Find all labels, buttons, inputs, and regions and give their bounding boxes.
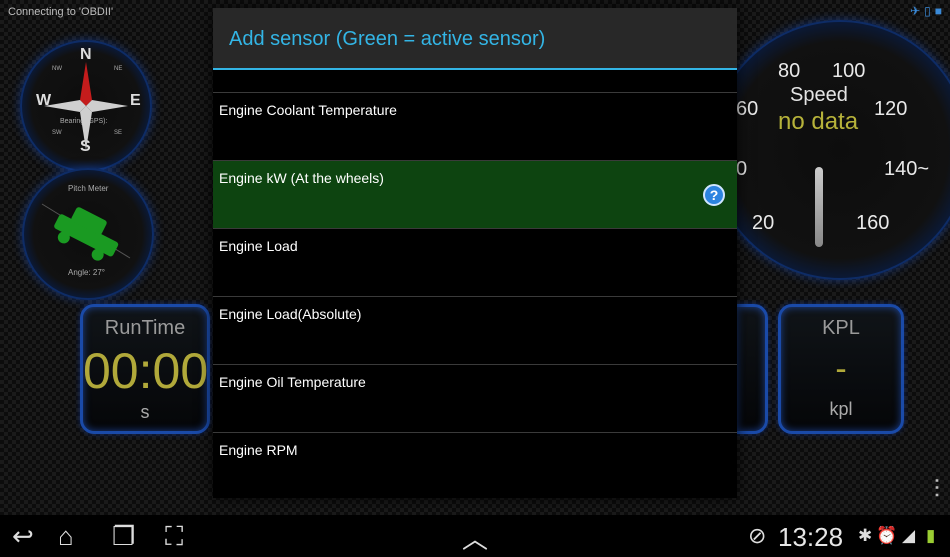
car-icon [41, 203, 131, 261]
sensor-item-label: Engine Load [219, 238, 298, 254]
dialog-title: Add sensor (Green = active sensor) [213, 8, 737, 70]
add-sensor-dialog: Add sensor (Green = active sensor) Engin… [213, 8, 737, 498]
kpl-panel[interactable]: KPL - kpl [778, 304, 904, 434]
chevron-up-icon[interactable]: ︿ [462, 519, 488, 556]
sensor-item-engine-load-absolute[interactable]: Engine Load(Absolute) [213, 296, 737, 364]
sensor-item-label: Engine RPM [219, 442, 298, 458]
speed-tick-140: 140~ [884, 158, 930, 180]
speed-tick-160: 160 [856, 212, 890, 234]
status-icons: ✈ ▯ ■ [910, 4, 942, 18]
sensor-item-label: Engine Oil Temperature [219, 374, 366, 390]
sensor-item-engine-coolant-temperature[interactable]: Engine Coolant Temperature [213, 92, 737, 160]
kpl-value: - [835, 350, 847, 388]
kpl-title: KPL [822, 317, 860, 339]
speed-tick-0: 0 [736, 158, 748, 180]
sensor-item-engine-kw[interactable]: Engine kW (At the wheels) ? [213, 160, 737, 228]
alarm-icon: ⏰ [876, 526, 898, 545]
speed-tick-100: 100 [832, 60, 866, 82]
kpl-unit: kpl [829, 399, 853, 419]
no-notification-icon: ⊘ [748, 523, 767, 548]
speed-tick-80: 80 [778, 60, 801, 82]
compass-rose-icon [44, 62, 128, 150]
sensor-item-label: Engine Load(Absolute) [219, 306, 362, 322]
help-icon[interactable]: ? [703, 184, 725, 206]
connection-status: Connecting to 'OBDII' [8, 6, 114, 18]
speed-tick-20: 20 [752, 212, 775, 234]
recent-apps-icon[interactable]: ❐ [112, 521, 135, 552]
settings-sliders-icon[interactable]: ⫶ [934, 474, 941, 506]
compass-gauge[interactable]: N S E W NW NE SW SE Bearing (GPS): [20, 40, 152, 172]
runtime-title: RunTime [104, 317, 186, 339]
sensor-item-engine-rpm[interactable]: Engine RPM [213, 432, 737, 498]
speed-label: Speed [790, 84, 848, 106]
runtime-unit: s [140, 402, 150, 422]
hidden-panel[interactable] [734, 304, 768, 434]
home-icon[interactable]: ⌂ [58, 521, 74, 552]
sensor-item-label: Engine Coolant Temperature [219, 102, 397, 118]
runtime-value: 00:00 [83, 343, 209, 399]
back-icon[interactable]: ↩ [12, 521, 34, 552]
sensor-item-label: Engine kW (At the wheels) [219, 170, 384, 186]
bluetooth-icon: ✱ [858, 526, 873, 545]
speed-needle [815, 167, 823, 247]
sensor-item-engine-oil-temperature[interactable]: Engine Oil Temperature [213, 364, 737, 432]
speed-tick-120: 120 [874, 98, 908, 120]
pitch-gauge[interactable]: Pitch Meter Angle: 27° [22, 168, 154, 300]
sensor-item-engine-load[interactable]: Engine Load [213, 228, 737, 296]
speed-gauge[interactable]: 80 100 60 120 140~ 20 160 0 Speed no dat… [710, 20, 950, 280]
camera-icon: ■ [934, 4, 942, 18]
speed-value: no data [778, 108, 859, 135]
clock: 13:28 [778, 522, 844, 552]
sensor-list[interactable]: Engine Coolant Temperature Engine kW (At… [213, 92, 737, 498]
runtime-panel[interactable]: RunTime 00:00 s [80, 304, 210, 434]
system-nav-bar: ↩ ⌂ ❐ ⛶ ︿ ⊘ 13:28 ✱ ⏰ ◢ ▮ [0, 515, 950, 557]
gps-icon: ✈ [910, 4, 921, 18]
signal-icon: ◢ [902, 526, 916, 545]
phone-icon: ▯ [924, 4, 931, 18]
screenshot-icon[interactable]: ⛶ [165, 521, 183, 553]
speed-tick-60: 60 [736, 98, 759, 120]
battery-icon: ▮ [926, 526, 936, 545]
